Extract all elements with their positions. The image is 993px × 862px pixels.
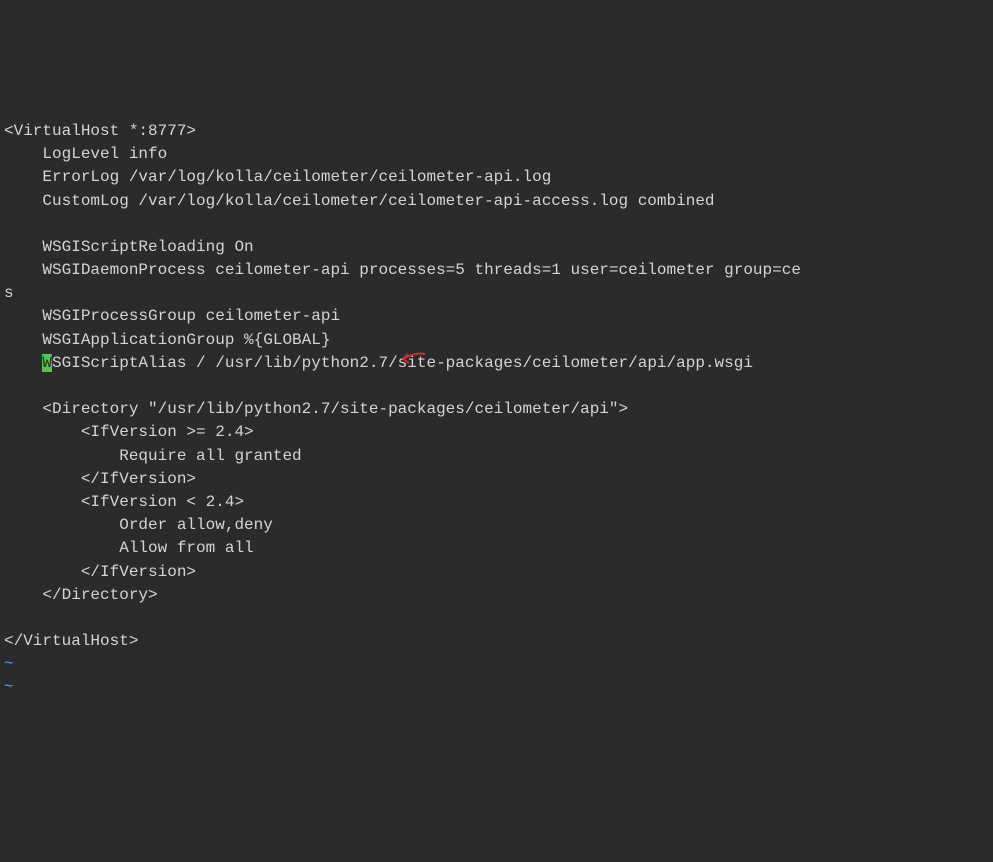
empty-line-tilde: ~ xyxy=(4,655,14,673)
config-line: <IfVersion < 2.4> xyxy=(4,493,244,511)
config-line: <IfVersion >= 2.4> xyxy=(4,423,254,441)
config-line: CustomLog /var/log/kolla/ceilometer/ceil… xyxy=(4,192,715,210)
line-rest: SGIScriptAlias / /usr/lib/python2.7/site… xyxy=(52,354,753,372)
config-line: <Directory "/usr/lib/python2.7/site-pack… xyxy=(4,400,628,418)
config-line: </Directory> xyxy=(4,586,158,604)
config-line: ErrorLog /var/log/kolla/ceilometer/ceilo… xyxy=(4,168,551,186)
config-line: <VirtualHost *:8777> xyxy=(4,122,196,140)
config-line-cursor: WSGIScriptAlias / /usr/lib/python2.7/sit… xyxy=(4,354,753,372)
empty-line-tilde: ~ xyxy=(4,678,14,696)
cursor-position: W xyxy=(42,354,52,372)
indent xyxy=(4,354,42,372)
config-line: LogLevel info xyxy=(4,145,167,163)
config-line: WSGIScriptReloading On xyxy=(4,238,254,256)
config-line: Require all granted xyxy=(4,447,302,465)
config-line-highlighted: WSGIApplicationGroup %{GLOBAL} xyxy=(4,331,330,349)
config-line: </VirtualHost> xyxy=(4,632,138,650)
config-line: WSGIProcessGroup ceilometer-api xyxy=(4,307,340,325)
config-line: Allow from all xyxy=(4,539,254,557)
config-line: WSGIDaemonProcess ceilometer-api process… xyxy=(4,261,801,279)
editor-viewport[interactable]: <VirtualHost *:8777> LogLevel info Error… xyxy=(4,97,989,746)
config-line: s xyxy=(4,284,14,302)
config-line: </IfVersion> xyxy=(4,563,196,581)
config-line: </IfVersion> xyxy=(4,470,196,488)
config-line: Order allow,deny xyxy=(4,516,273,534)
